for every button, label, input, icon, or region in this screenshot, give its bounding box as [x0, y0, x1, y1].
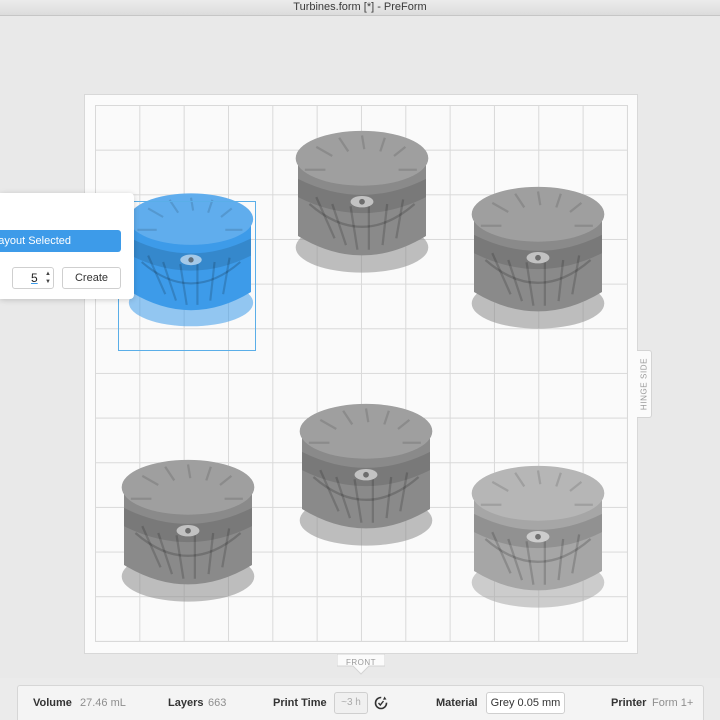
- title-bar: Turbines.form [*] - PreForm: [0, 0, 720, 16]
- volume-label: Volume: [33, 697, 72, 709]
- layout-selected-label: Layout Selected: [0, 235, 71, 247]
- print-time-label: Print Time: [273, 697, 327, 709]
- printer-value[interactable]: Form 1+: [652, 697, 693, 709]
- copies-stepper[interactable]: 5 ▲ ▼: [12, 267, 54, 289]
- stepper-arrows-icon[interactable]: ▲ ▼: [45, 270, 51, 286]
- printer-label: Printer: [611, 697, 647, 709]
- turbine-model[interactable]: [296, 397, 436, 557]
- layout-panel: Layout Selected 5 ▲▼ Create: [0, 193, 134, 299]
- turbine-model[interactable]: [468, 180, 608, 340]
- hinge-side-label: HINGE SIDE: [639, 357, 649, 411]
- turbine-model[interactable]: [292, 124, 432, 284]
- material-label: Material: [436, 697, 478, 709]
- create-button[interactable]: Create: [62, 267, 121, 289]
- volume-value: 27.46 mL: [80, 697, 126, 709]
- turbine-model[interactable]: [118, 453, 258, 613]
- layers-value: 663: [208, 697, 227, 709]
- refresh-icon[interactable]: [373, 695, 389, 711]
- turbine-model[interactable]: [468, 459, 608, 619]
- layers-label: Layers: [168, 697, 204, 709]
- layout-selected-button[interactable]: Layout Selected: [0, 230, 121, 252]
- status-bar: Volume 27.46 mL Layers 663 Print Time ~3…: [17, 685, 704, 720]
- selection-bounding-box: [118, 201, 256, 351]
- hinge-side-tab: HINGE SIDE: [637, 350, 652, 418]
- viewport[interactable]: HINGE SIDE FRONT: [0, 16, 720, 678]
- front-label: FRONT: [345, 658, 377, 667]
- print-time-field: ~3 h: [334, 692, 368, 714]
- material-select[interactable]: Grey 0.05 mm: [486, 692, 565, 714]
- window-title: Turbines.form [*] - PreForm: [293, 1, 427, 13]
- front-tab: FRONT: [337, 654, 385, 678]
- copies-value[interactable]: 5: [31, 271, 38, 285]
